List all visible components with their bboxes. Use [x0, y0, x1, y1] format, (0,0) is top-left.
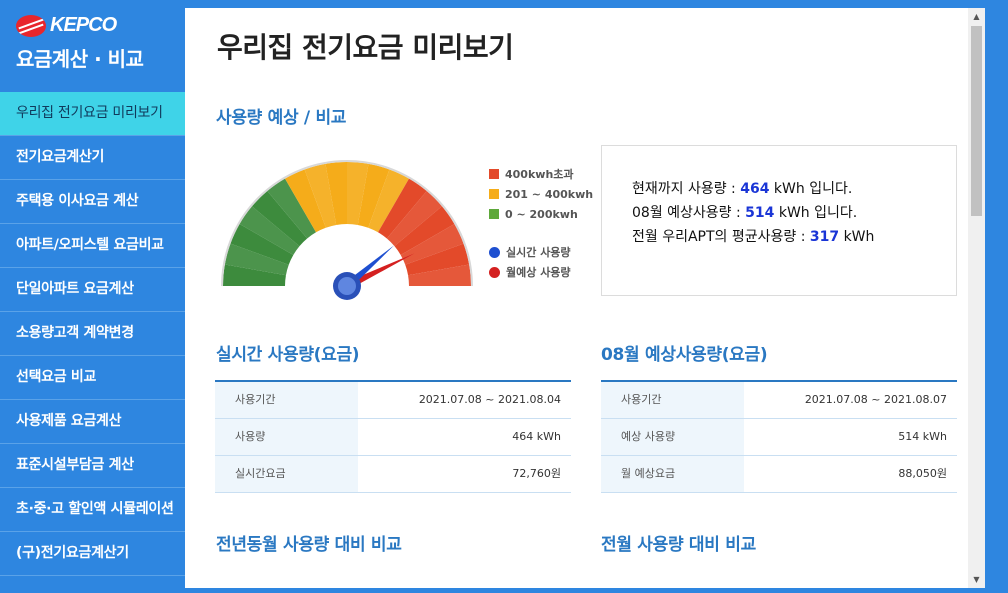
legend-low-label: 0 ~ 200kwh — [505, 207, 578, 221]
section-usage-title: 사용량 예상 / 비교 — [216, 108, 347, 128]
sidebar-item-contract-change[interactable]: 소용량고객 계약변경 — [0, 312, 185, 356]
legend-over400: 400kwh초과 — [489, 164, 593, 184]
summary-apt-average: 전월 우리APT의 평균사용량 : 317 kWh — [632, 225, 956, 249]
legend-over400-swatch — [489, 169, 499, 179]
summary-forecast-value: 514 — [745, 205, 775, 221]
kepco-logo-mark-icon — [16, 14, 46, 37]
table-value: 2021.07.08 ~ 2021.08.04 — [418, 393, 561, 406]
forecast-table: 사용기간 2021.07.08 ~ 2021.08.07 예상 사용량 514 … — [601, 380, 957, 493]
table-key: 사용량 — [215, 419, 358, 455]
app-name: 요금계산 · 비교 — [16, 47, 144, 71]
summary-apt-suffix: kWh — [839, 229, 875, 245]
main-panel: 우리집 전기요금 미리보기 사용량 예상 / 비교 400kwh초과 201 ~… — [185, 8, 985, 588]
legend-monthly-label: 월예상 사용량 — [506, 266, 571, 279]
usage-summary-box: 현재까지 사용량 : 464 kWh 입니다. 08월 예상사용량 : 514 … — [601, 145, 957, 296]
summary-apt-value: 317 — [809, 229, 840, 245]
legend-mid: 201 ~ 400kwh — [489, 184, 593, 204]
legend-over400-label: 400kwh초과 — [505, 168, 574, 181]
brand-area: KEPCO 요금계산 · 비교 — [0, 0, 185, 92]
summary-apt-label: 전월 우리APT의 평균사용량 : — [632, 229, 810, 245]
realtime-section-title: 실시간 사용량(요금) — [216, 345, 360, 365]
table-value: 464 kWh — [512, 430, 561, 443]
summary-current-value: 464 — [740, 181, 770, 197]
summary-current-usage: 현재까지 사용량 : 464 kWh 입니다. — [632, 177, 956, 201]
scroll-down-arrow-icon[interactable]: ▼ — [968, 571, 985, 588]
gauge-hub-highlight — [338, 277, 356, 295]
legend-realtime-dot — [489, 246, 500, 258]
table-key: 월 예상요금 — [601, 456, 744, 492]
realtime-table: 사용기간 2021.07.08 ~ 2021.08.04 사용량 464 kWh… — [215, 380, 571, 493]
sidebar-item-moving-fee[interactable]: 주택용 이사요금 계산 — [0, 180, 185, 224]
logo-text: KEPCO — [50, 14, 117, 36]
table-key: 사용기간 — [601, 382, 744, 418]
legend-mid-swatch — [489, 189, 499, 199]
sidebar-item-facility-charge[interactable]: 표준시설부담금 계산 — [0, 444, 185, 488]
legend-low-swatch — [489, 209, 499, 219]
mom-section-title: 전월 사용량 대비 비교 — [601, 535, 756, 555]
sidebar: KEPCO 요금계산 · 비교 우리집 전기요금 미리보기 전기요금계산기 주택… — [0, 0, 197, 593]
gauge-legend: 400kwh초과 201 ~ 400kwh 0 ~ 200kwh 실시간 사용량… — [489, 164, 593, 282]
table-key: 사용기간 — [215, 382, 358, 418]
sidebar-item-old-calculator[interactable]: (구)전기요금계산기 — [0, 532, 185, 576]
summary-forecast-suffix: kWh 입니다. — [774, 205, 858, 221]
table-value: 2021.07.08 ~ 2021.08.07 — [804, 393, 947, 406]
table-row: 실시간요금 72,760원 — [215, 456, 571, 493]
legend-monthly-dot — [489, 266, 500, 278]
summary-current-label: 현재까지 사용량 : — [632, 181, 741, 197]
forecast-section-title: 08월 예상사용량(요금) — [601, 345, 768, 365]
sidebar-nav: 우리집 전기요금 미리보기 전기요금계산기 주택용 이사요금 계산 아파트/오피… — [0, 92, 197, 576]
sidebar-item-apartment-compare[interactable]: 아파트/오피스텔 요금비교 — [0, 224, 185, 268]
sidebar-item-optional-rate[interactable]: 선택요금 비교 — [0, 356, 185, 400]
legend-low: 0 ~ 200kwh — [489, 204, 593, 224]
usage-gauge — [221, 160, 473, 300]
table-value: 72,760원 — [512, 467, 561, 480]
sidebar-item-product-fee[interactable]: 사용제품 요금계산 — [0, 400, 185, 444]
summary-forecast-usage: 08월 예상사용량 : 514 kWh 입니다. — [632, 201, 956, 225]
legend-mid-label: 201 ~ 400kwh — [505, 187, 594, 201]
yoy-section-title: 전년동월 사용량 대비 비교 — [216, 535, 402, 555]
table-row: 사용기간 2021.07.08 ~ 2021.08.04 — [215, 382, 571, 419]
sidebar-item-school-discount[interactable]: 초·중·고 할인액 시뮬레이션 — [0, 488, 185, 532]
legend-monthly: 월예상 사용량 — [489, 262, 593, 282]
table-row: 예상 사용량 514 kWh — [601, 419, 957, 456]
sidebar-item-single-apartment[interactable]: 단일아파트 요금계산 — [0, 268, 185, 312]
vertical-scrollbar[interactable]: ▲ ▼ — [968, 8, 985, 588]
summary-current-suffix: kWh 입니다. — [769, 181, 853, 197]
table-row: 월 예상요금 88,050원 — [601, 456, 957, 493]
table-row: 사용량 464 kWh — [215, 419, 571, 456]
table-key: 실시간요금 — [215, 456, 358, 492]
scroll-thumb[interactable] — [971, 26, 982, 216]
legend-realtime: 실시간 사용량 — [489, 242, 593, 262]
table-key: 예상 사용량 — [601, 419, 744, 455]
table-row: 사용기간 2021.07.08 ~ 2021.08.07 — [601, 382, 957, 419]
legend-realtime-label: 실시간 사용량 — [506, 246, 571, 259]
sidebar-item-usage-preview[interactable]: 우리집 전기요금 미리보기 — [0, 92, 197, 136]
table-value: 514 kWh — [898, 430, 947, 443]
sidebar-item-fee-calculator[interactable]: 전기요금계산기 — [0, 136, 185, 180]
table-value: 88,050원 — [898, 467, 947, 480]
scroll-up-arrow-icon[interactable]: ▲ — [968, 8, 985, 25]
summary-forecast-label: 08월 예상사용량 : — [632, 205, 746, 221]
kepco-logo[interactable]: KEPCO — [16, 14, 185, 37]
page-title: 우리집 전기요금 미리보기 — [217, 31, 514, 64]
